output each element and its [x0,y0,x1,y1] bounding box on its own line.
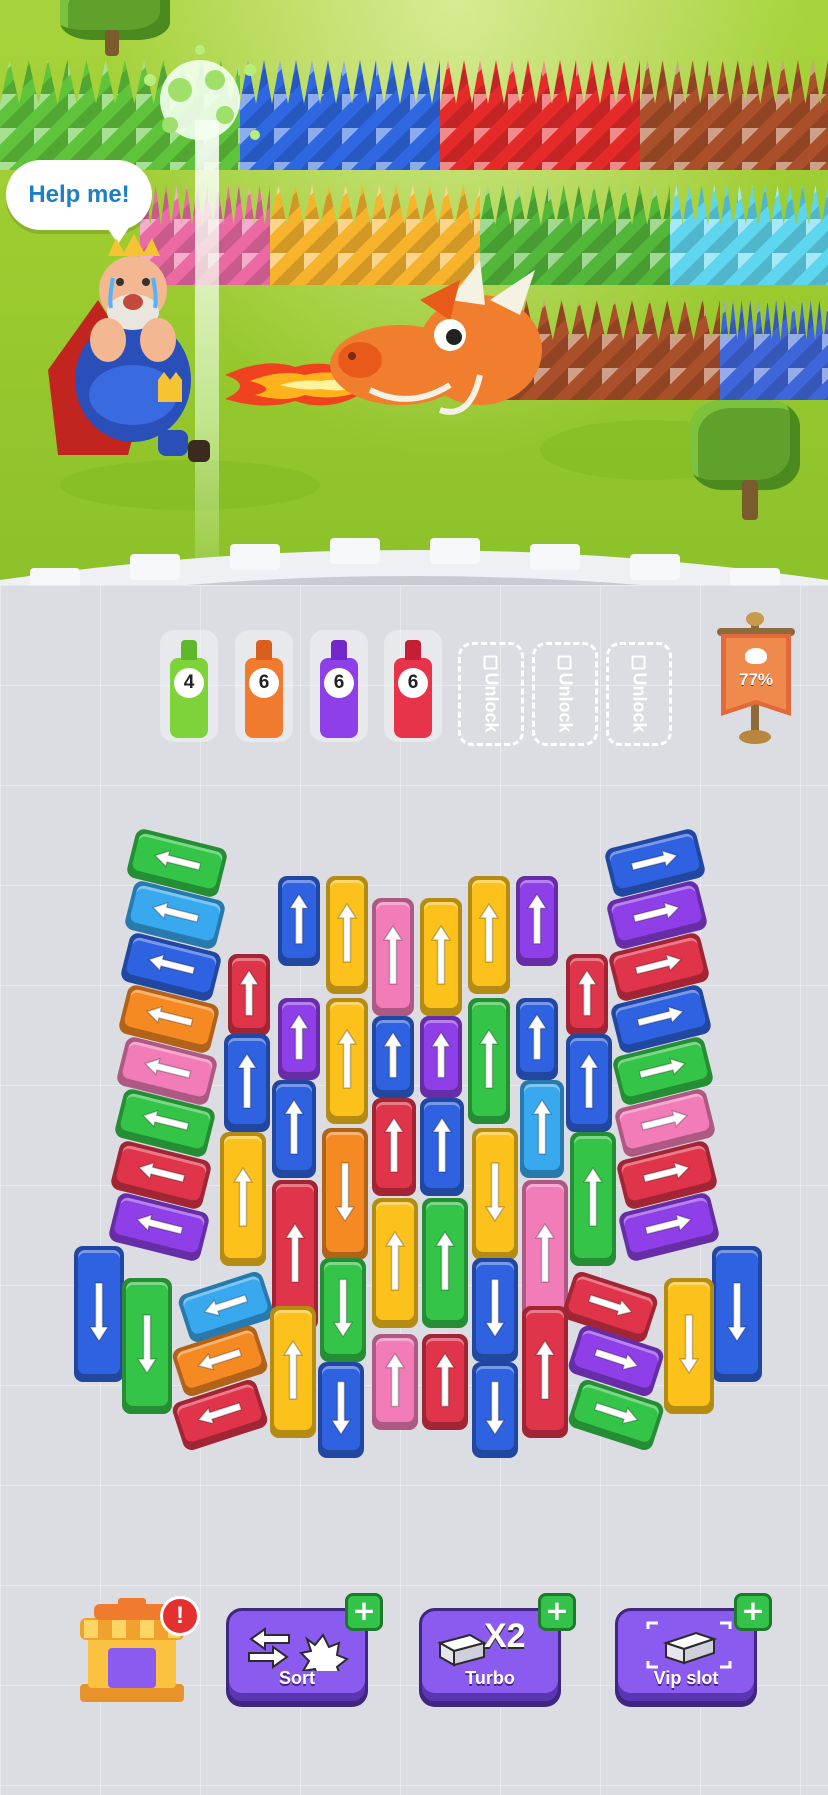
vip-slot-button[interactable]: Vip slot + [615,1593,772,1704]
block-blue-down[interactable] [74,1246,124,1382]
block-yellow-up[interactable] [468,876,510,994]
arrow-down-icon [484,1162,506,1223]
arrow-up-icon [283,1098,305,1155]
arrow-up-icon [382,924,404,985]
block-purple-up[interactable] [420,1016,462,1098]
block-red-up[interactable] [372,1098,416,1196]
block-blue-up[interactable] [516,998,558,1080]
block-yellow-up[interactable] [372,1198,418,1328]
arrow-down-icon [330,1380,352,1436]
block-purple-up[interactable] [278,998,320,1080]
arrow-up-icon [384,1230,406,1291]
arrow-up-icon [434,1352,456,1408]
block-cyan-up[interactable] [520,1080,564,1178]
turbo-plus-button[interactable]: + [538,1593,576,1631]
arrow-up-icon [336,902,358,963]
block-yellow-down[interactable] [472,1128,518,1260]
arrow-up-icon [431,1116,453,1173]
block-board [0,0,828,1795]
arrow-up-icon [232,1166,254,1227]
turbo-multiplier: X2 [484,1617,526,1655]
block-blue-up[interactable] [272,1080,316,1178]
arrow-up-icon [336,1028,358,1089]
block-blue-down[interactable] [318,1362,364,1458]
arrow-down-icon [726,1282,748,1343]
block-yellow-down[interactable] [664,1278,714,1414]
block-yellow-up[interactable] [220,1132,266,1266]
arrow-up-icon [434,1230,456,1291]
arrow-down-icon [332,1278,354,1338]
arrow-up-icon [430,1031,452,1079]
block-pink-up[interactable] [372,1334,418,1430]
block-blue-up[interactable] [278,876,320,966]
arrow-up-icon [383,1116,405,1173]
arrow-up-icon [478,902,500,963]
sort-plus-button[interactable]: + [345,1593,383,1631]
game-screen: Help me! 4 6 6 6 Unlock Unlock Unlock 77… [0,0,828,1795]
block-orange-down[interactable] [322,1128,368,1260]
arrow-up-icon [382,1031,404,1079]
arrow-down-icon [484,1278,506,1338]
arrow-up-icon [531,1098,553,1155]
vip-slot-label: Vip slot [653,1668,719,1688]
block-pink-up[interactable] [372,898,414,1016]
arrow-up-icon [578,1052,600,1109]
arrow-down-icon [334,1162,356,1223]
block-blue-up[interactable] [224,1034,270,1132]
block-red-up[interactable] [228,954,270,1036]
arrow-up-icon [238,969,260,1017]
arrow-up-icon [384,1352,406,1408]
shop-notification-badge: ! [160,1596,200,1636]
block-blue-down[interactable] [472,1362,518,1458]
arrow-up-icon [582,1166,604,1227]
arrow-up-icon [534,1339,556,1400]
arrow-up-icon [526,1013,548,1061]
block-yellow-up[interactable] [326,876,368,994]
block-blue-down[interactable] [712,1246,762,1382]
arrow-up-icon [526,892,548,945]
turbo-label: Turbo [465,1668,515,1688]
block-blue-up[interactable] [566,1034,612,1132]
sort-button[interactable]: Sort + [226,1593,383,1704]
block-green-up[interactable] [570,1132,616,1266]
block-blue-down[interactable] [472,1258,518,1362]
block-green-down[interactable] [320,1258,366,1362]
arrow-down-icon [678,1314,700,1375]
block-red-up[interactable] [566,954,608,1036]
arrow-down-icon [88,1282,110,1343]
arrow-down-icon [484,1380,506,1436]
vip-slot-plus-button[interactable]: + [734,1593,772,1631]
block-green-up[interactable] [422,1198,468,1328]
arrow-up-icon [288,892,310,945]
block-blue-up[interactable] [420,1098,464,1196]
block-yellow-up[interactable] [420,898,462,1016]
block-blue-up[interactable] [372,1016,414,1098]
block-yellow-up[interactable] [326,998,368,1124]
block-red-up[interactable] [522,1306,568,1438]
arrow-down-icon [136,1314,158,1375]
turbo-button[interactable]: X2 Turbo + [419,1593,576,1704]
arrow-up-icon [282,1339,304,1400]
sort-label: Sort [279,1668,315,1688]
arrow-up-icon [236,1052,258,1109]
arrow-up-icon [576,969,598,1017]
arrow-up-icon [288,1013,310,1061]
block-green-up[interactable] [468,998,510,1124]
block-green-down[interactable] [122,1278,172,1414]
block-red-up[interactable] [422,1334,468,1430]
arrow-up-icon [478,1028,500,1089]
block-purple-up[interactable] [516,876,558,966]
block-yellow-up[interactable] [270,1306,316,1438]
arrow-up-icon [430,924,452,985]
